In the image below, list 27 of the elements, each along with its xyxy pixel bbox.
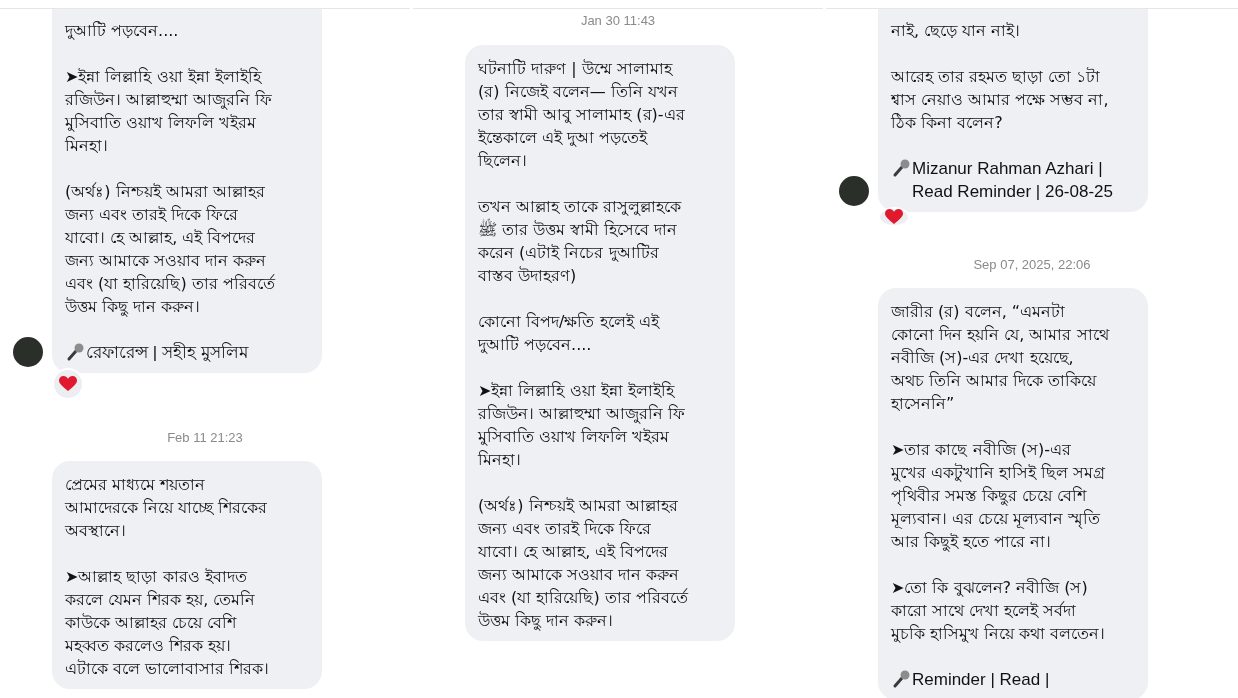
signature-text: রেফারেন্স | সহীহ মুসলিম [86, 341, 248, 364]
message-paragraph: ➤তার কাছে নবীজি (স)-এর মুখের একটুখানি হাসিই ছিল সমগ্র পৃথিবীর সমস্ত কিছুর চেয়ে বেশি মূল্যবান। এর চেয়ে মূল্যবান স্মৃতি আর কিছুই হতে পারে না। [891, 439, 1107, 553]
avatar[interactable] [839, 176, 869, 206]
signature-text: Mizanur Rahman Azhari | Read Reminder | 26-08-25 [912, 158, 1113, 203]
avatar[interactable] [13, 337, 43, 367]
message-paragraph: ➤আল্লাহ ছাড়া কারও ইবাদত করলে যেমন শিরক হয়, তেমনি কাউকে আল্লাহর চেয়ে বেশি মহব্বত করলেও শিরক হয়। এটাকে বলে ভালোবাসার শিরক। [65, 566, 271, 680]
message-paragraph: ➤ইন্না লিল্লাহি ওয়া ইন্না ইলাইহি রজিউন। আল্লাহুম্মা আজুরনি ফি মুসিবাতি ওয়াখ লিফলি খইরম মিনহা। [478, 380, 687, 471]
message-paragraph: জারীর (র) বলেন, “এমনটা কোনো দিন হয়নি যে, আমার সাথে নবীজি (স)-এর দেখা হয়েছে, অথচ তিনি আমার দিকে তাকিয়ে হাসেননি” [891, 301, 1111, 415]
message-paragraph: ➤ইন্না লিল্লাহি ওয়া ইন্না ইলাইহি রজিউন। আল্লাহুম্মা আজুরনি ফি মুসিবাতি ওয়াখ লিফলি খইরম মিনহা। [65, 66, 274, 157]
timestamp: Feb 11 21:23 [167, 430, 243, 445]
microphone-icon [891, 669, 911, 689]
message-paragraph: নাই, ছেড়ে যান নাই। [891, 20, 1022, 42]
microphone-icon [65, 342, 85, 362]
message-paragraph: কোনো বিপদ/ক্ষতি হলেই এই দুআটি পড়বেন.... [478, 311, 661, 356]
heart-icon [885, 209, 903, 225]
message-paragraph: ➤তো কি বুঝলেন? নবীজি (স) কারো সাথে দেখা হলেই সর্বদা মুচকি হাসিমুখ নিয়ে কথা বলতেন। [891, 577, 1107, 645]
microphone-icon [891, 158, 911, 178]
message-paragraph: প্রেমের মাধ্যমে শয়তান আমাদেরকে নিয়ে যাচ্ছে শিরকের অবস্থানে। [65, 474, 269, 542]
heart-icon [59, 376, 77, 392]
message-paragraph: দুআটি পড়বেন.... [65, 20, 180, 42]
message-paragraph: ঘটনাটি দারুণ | উম্মে সালামাহ (র) নিজেই বলেন— তিনি যখন তার স্বামী আবু সালামাহ (র)-এর ইন্তেকালে এই দুআ পড়তেই ছিলেন। [478, 58, 686, 172]
message-paragraph: (অর্থঃ) নিশ্চয়ই আমরা আল্লাহর জন্য এবং তারই দিকে ফিরে যাবো। হে আল্লাহ, এই বিপদের জন্য আমাকে সওয়াব দান করুন এবং (যা হারিয়েছি) তার পরিবর্তে উত্তম কিছু দান করুন। [478, 495, 690, 632]
signature-text: Reminder | Read | [912, 669, 1050, 691]
timestamp: Sep 07, 2025, 22:06 [973, 257, 1091, 272]
message-paragraph: আরেহ তার রহমত ছাড়া তো ১টা শ্বাস নেয়াও আমার পক্ষে সম্ভব না, ঠিক কিনা বলেন? [891, 66, 1110, 134]
message-paragraph: (অর্থঃ) নিশ্চয়ই আমরা আল্লাহর জন্য এবং তারই দিকে ফিরে যাবো। হে আল্লাহ, এই বিপদের জন্য আমাকে সওয়াব দান করুন এবং (যা হারিয়েছি) তার পরিবর্তে উত্তম কিছু দান করুন। [65, 181, 277, 318]
timestamp: Jan 30 11:43 [580, 13, 656, 28]
